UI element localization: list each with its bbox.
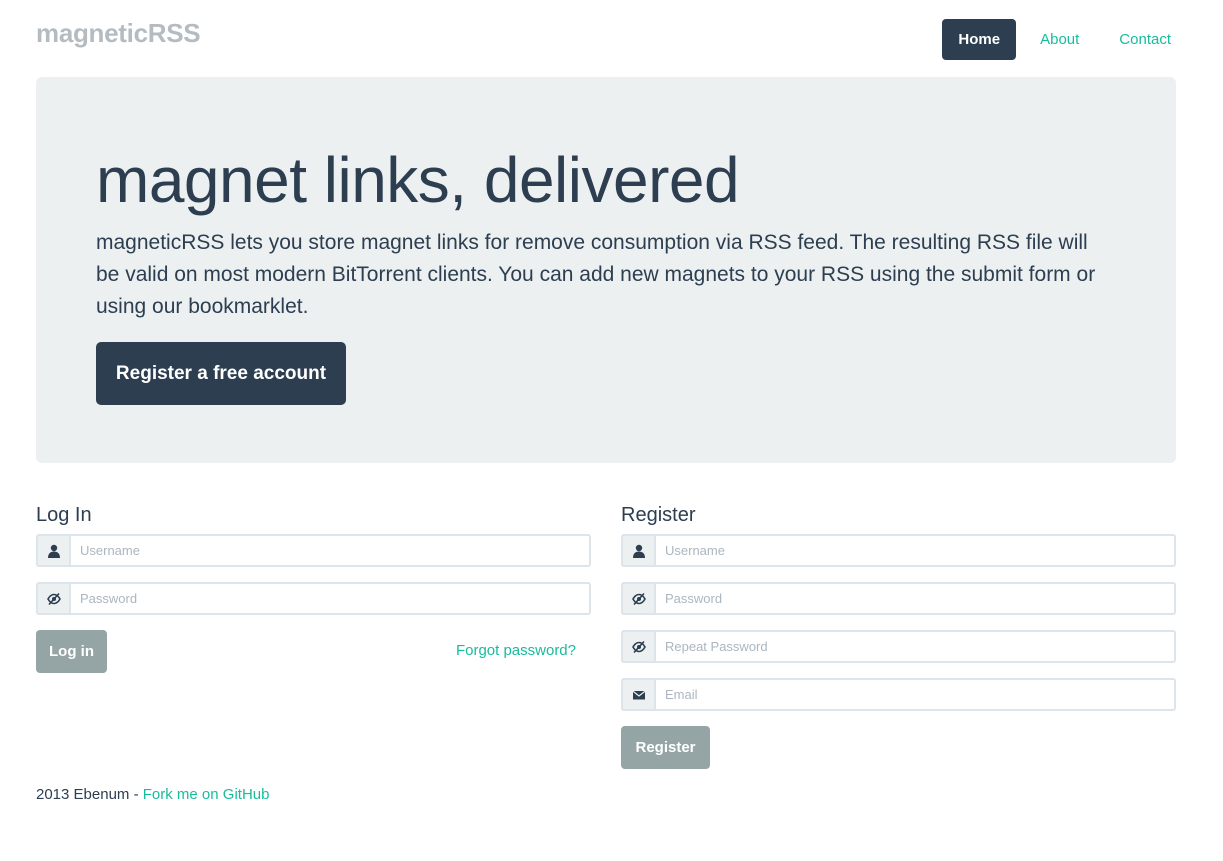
register-heading: Register — [621, 504, 696, 526]
register-actions: Register — [621, 726, 1176, 769]
login-panel: Log In Log in Forgot password? — [36, 500, 591, 673]
eye-slash-icon — [36, 582, 69, 615]
nav-contact[interactable]: Contact — [1103, 19, 1187, 60]
login-password-group — [36, 582, 591, 615]
hero-title: magnet links, delivered — [96, 144, 740, 216]
register-email-group — [621, 678, 1176, 711]
register-username-group — [621, 534, 1176, 567]
login-username-group — [36, 534, 591, 567]
forgot-password-link[interactable]: Forgot password? — [456, 642, 576, 659]
user-icon — [36, 534, 69, 567]
register-panel: Register Register — [621, 500, 1176, 769]
login-heading: Log In — [36, 504, 92, 526]
register-repeat-password-input[interactable] — [654, 630, 1176, 663]
envelope-icon — [621, 678, 654, 711]
register-free-account-button[interactable]: Register a free account — [96, 342, 346, 405]
eye-slash-icon — [621, 630, 654, 663]
footer-copyright: 2013 Ebenum - — [36, 786, 143, 803]
nav-home[interactable]: Home — [942, 19, 1017, 60]
nav-about[interactable]: About — [1024, 19, 1095, 60]
login-password-input[interactable] — [69, 582, 591, 615]
register-email-input[interactable] — [654, 678, 1176, 711]
user-icon — [621, 534, 654, 567]
login-button[interactable]: Log in — [36, 630, 107, 673]
login-username-input[interactable] — [69, 534, 591, 567]
register-password-group — [621, 582, 1176, 615]
register-password-input[interactable] — [654, 582, 1176, 615]
register-button[interactable]: Register — [621, 726, 710, 769]
register-repeat-password-group — [621, 630, 1176, 663]
brand-logo[interactable]: magneticRSS — [36, 18, 201, 49]
footer: 2013 Ebenum - Fork me on GitHub — [36, 786, 269, 803]
eye-slash-icon — [621, 582, 654, 615]
register-username-input[interactable] — [654, 534, 1176, 567]
login-actions: Log in Forgot password? — [36, 630, 591, 673]
hero-jumbotron: magnet links, delivered magneticRSS lets… — [36, 77, 1176, 463]
hero-description: magneticRSS lets you store magnet links … — [96, 231, 1096, 318]
main-nav: Home About Contact — [934, 19, 1187, 60]
github-link[interactable]: Fork me on GitHub — [143, 786, 270, 803]
